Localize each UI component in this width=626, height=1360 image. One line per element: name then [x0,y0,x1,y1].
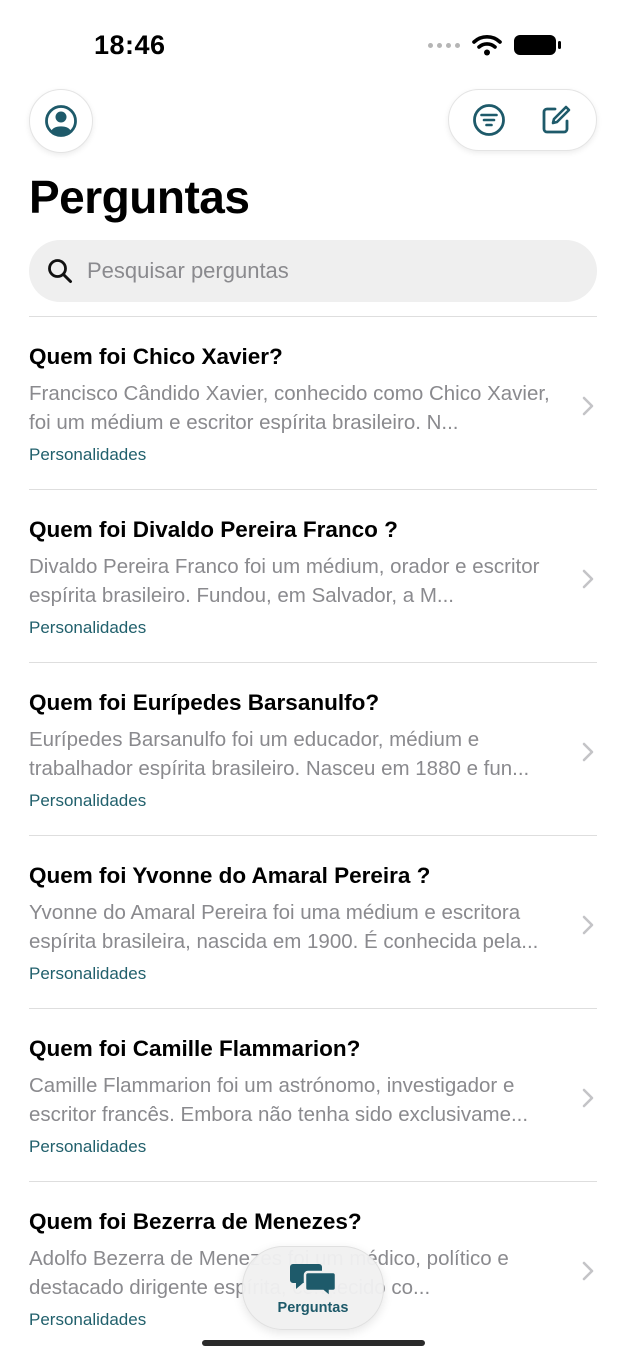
compose-icon [542,105,571,134]
status-bar: 18:46 [0,0,626,90]
question-category: Personalidades [29,1310,147,1329]
question-title: Quem foi Divaldo Pereira Franco ? [29,517,398,542]
chevron-right-icon [582,1088,594,1108]
questions-list: Quem foi Chico Xavier? Francisco Cândido… [29,316,597,1354]
search-bar[interactable] [29,240,597,302]
battery-icon [514,35,561,55]
filter-button[interactable] [467,98,511,142]
question-title: Quem foi Yvonne do Amaral Pereira ? [29,863,431,888]
page-title: Perguntas [29,171,250,223]
profile-button[interactable] [29,89,93,153]
status-icons [428,34,562,56]
list-item[interactable]: Quem foi Camille Flammarion? Camille Fla… [29,1008,597,1181]
question-category: Personalidades [29,1137,147,1156]
compose-button[interactable] [534,98,578,142]
header-actions [448,89,597,151]
question-excerpt: Francisco Cândido Xavier, conhecido como… [29,382,550,434]
search-icon [48,259,72,283]
question-category: Personalidades [29,618,147,637]
person-circle-icon [45,105,77,137]
chevron-right-icon [582,569,594,589]
question-category: Personalidades [29,791,147,810]
chat-bubbles-icon [289,1264,337,1298]
tab-label: Perguntas [277,1300,349,1316]
question-excerpt: Divaldo Pereira Franco foi um médium, or… [29,555,540,607]
question-excerpt: Eurípedes Barsanulfo foi um educador, mé… [29,728,530,780]
status-time: 18:46 [94,30,166,60]
question-title: Quem foi Chico Xavier? [29,344,283,369]
chevron-right-icon [582,915,594,935]
question-category: Personalidades [29,445,147,464]
list-item[interactable]: Quem foi Divaldo Pereira Franco ? Divald… [29,489,597,662]
home-indicator [202,1340,425,1346]
chevron-right-icon [582,396,594,416]
cellular-signal-icon [428,42,460,48]
tab-perguntas[interactable]: Perguntas [277,1260,349,1316]
question-category: Personalidades [29,964,147,983]
tab-bar: Perguntas [242,1246,384,1330]
question-title: Quem foi Eurípedes Barsanulfo? [29,690,380,715]
list-item[interactable]: Quem foi Yvonne do Amaral Pereira ? Yvon… [29,835,597,1008]
question-title: Quem foi Bezerra de Menezes? [29,1209,362,1234]
list-item[interactable]: Quem foi Chico Xavier? Francisco Cândido… [29,316,597,489]
question-title: Quem foi Camille Flammarion? [29,1036,361,1061]
search-input[interactable] [85,257,529,285]
wifi-icon [472,35,502,56]
filter-icon [472,104,505,136]
chevron-right-icon [582,742,594,762]
list-item[interactable]: Quem foi Eurípedes Barsanulfo? Eurípedes… [29,662,597,835]
chevron-right-icon [582,1261,594,1281]
question-excerpt: Camille Flammarion foi um astrónomo, inv… [29,1074,529,1126]
question-excerpt: Yvonne do Amaral Pereira foi uma médium … [29,901,539,953]
